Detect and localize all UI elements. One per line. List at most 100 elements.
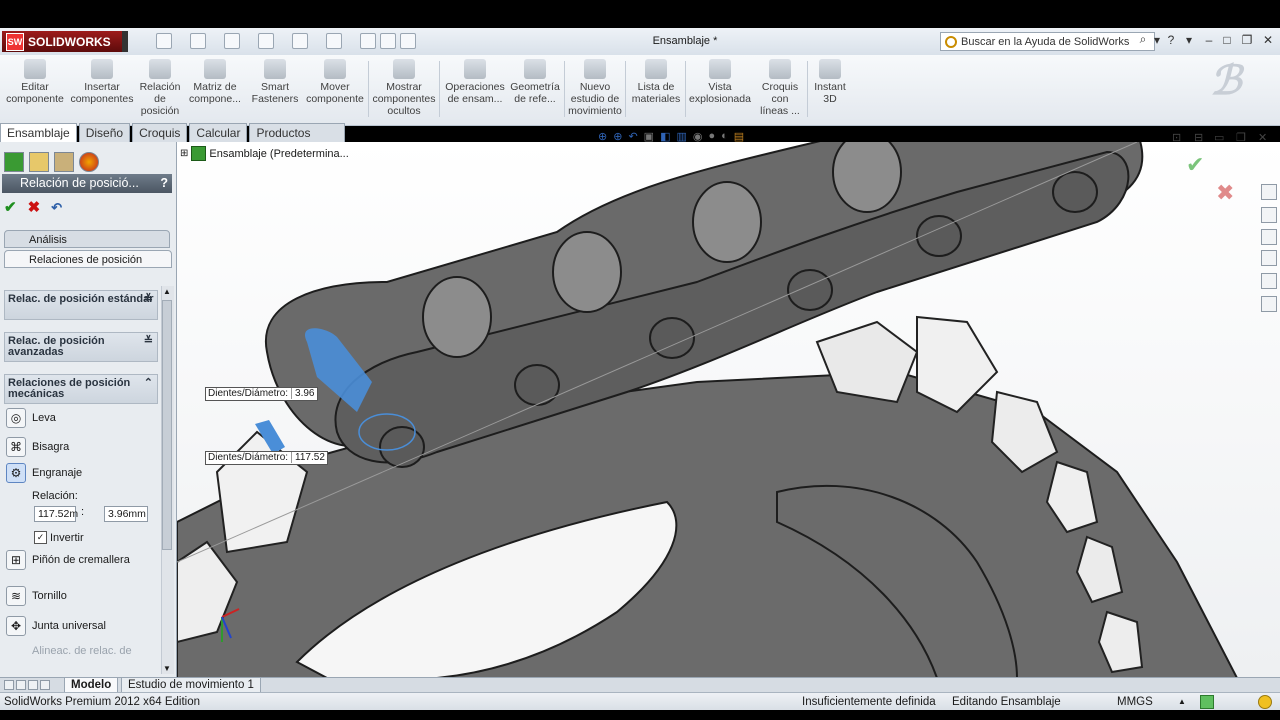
viewport-split-icon[interactable]: ⊡ — [1172, 131, 1181, 144]
task-pane-design-library-icon[interactable] — [1261, 207, 1277, 223]
invert-checkbox[interactable]: ✓ Invertir — [34, 531, 84, 544]
zoom-to-area-icon[interactable]: ⊕ — [613, 130, 622, 146]
reference-geometry-button[interactable]: Geometría de refe... — [509, 59, 561, 105]
select-icon[interactable] — [326, 33, 342, 49]
group-mechanical-mates[interactable]: Relaciones de posición mecánicas ⌃ — [4, 374, 158, 404]
ok-check-icon[interactable]: ✔ — [4, 199, 17, 216]
bill-of-materials-button[interactable]: Lista de materiales — [629, 59, 683, 105]
scroll-up-icon[interactable]: ▲ — [163, 287, 171, 296]
exploded-view-button[interactable]: Vista explosionada — [688, 59, 752, 105]
undo-arrow-icon[interactable]: ↶ — [51, 200, 62, 215]
search-icon[interactable]: ⌕ — [1136, 32, 1150, 46]
task-pane-home-icon[interactable] — [1261, 184, 1277, 200]
edit-component-button[interactable]: Editar componente — [4, 59, 66, 105]
tab-ensamblaje[interactable]: Ensamblaje — [0, 123, 77, 142]
help-icon[interactable]: ? — [160, 174, 168, 193]
search-dropdown-icon[interactable]: ▾ — [1150, 33, 1164, 47]
display-style-icon[interactable]: ▥ — [676, 130, 686, 146]
tab-motion-study-1[interactable]: Estudio de movimiento 1 — [121, 678, 261, 693]
mate-universal-joint[interactable]: ✥ Junta universal — [6, 615, 106, 637]
close-icon[interactable]: ✕ — [1261, 33, 1275, 47]
mate-button[interactable]: Relación de posición — [137, 59, 183, 117]
options-icon[interactable] — [400, 33, 416, 49]
configuration-manager-tab-icon[interactable] — [54, 152, 74, 172]
last-tab-icon[interactable] — [40, 680, 50, 690]
tab-diseno[interactable]: Diseño — [78, 123, 131, 142]
units-arrow-icon[interactable]: ▲ — [1178, 693, 1186, 711]
show-hidden-components-button[interactable]: Mostrar componentes ocultos — [372, 59, 436, 117]
explode-line-sketch-button[interactable]: Croquis con líneas ... — [756, 59, 804, 117]
assembly-features-button[interactable]: Operaciones de ensam... — [443, 59, 507, 105]
notification-icon[interactable] — [1258, 695, 1272, 709]
rebuild-icon[interactable] — [360, 33, 376, 49]
mate-hinge[interactable]: ⌘ Bisagra — [6, 436, 69, 458]
panel-scrollbar-thumb[interactable] — [162, 300, 172, 550]
mate-cam[interactable]: ◎ Leva — [6, 407, 56, 429]
tab-modelo[interactable]: Modelo — [64, 678, 119, 693]
file-properties-icon[interactable] — [380, 33, 396, 49]
dimension-callout-sprocket[interactable]: Dientes/Diámetro: 117.52 — [205, 451, 328, 465]
flyout-tree-root[interactable]: ⊞ Ensamblaje (Predetermina... — [180, 146, 349, 161]
menu-arrow-icon[interactable] — [122, 31, 128, 52]
task-pane-view-palette-icon[interactable] — [1261, 250, 1277, 266]
tab-calcular[interactable]: Calcular — [189, 123, 248, 142]
mate-rack-pinion[interactable]: ⊞ Piñón de cremallera — [6, 549, 130, 571]
display-manager-tab-icon[interactable] — [79, 152, 99, 172]
task-pane-appearances-icon[interactable] — [1261, 273, 1277, 289]
zoom-to-fit-icon[interactable]: ⊕ — [598, 130, 607, 146]
open-document-icon[interactable] — [190, 33, 206, 49]
view-orientation-icon[interactable]: ◧ — [660, 130, 670, 146]
subtab-relaciones-de-posicion[interactable]: Relaciones de posición — [4, 250, 172, 268]
apply-scene-icon[interactable]: ◐ — [721, 130, 728, 146]
assembly-3d-model[interactable] — [177, 142, 1280, 678]
hide-show-items-icon[interactable]: ◉ — [693, 130, 703, 146]
task-pane-custom-properties-icon[interactable] — [1261, 296, 1277, 312]
cancel-x-icon[interactable]: ✖ — [28, 199, 41, 216]
minimize-icon[interactable]: – — [1202, 33, 1216, 47]
next-tab-icon[interactable] — [28, 680, 38, 690]
confirm-ok-icon[interactable]: ✔ — [1186, 152, 1204, 178]
tab-productos-office[interactable]: Productos Office — [249, 123, 345, 158]
mate-screw[interactable]: ≋ Tornillo — [6, 585, 67, 607]
tab-croquis[interactable]: Croquis — [132, 123, 188, 142]
help-search-box[interactable]: Buscar en la Ayuda de SolidWorks — [940, 32, 1155, 51]
viewport-tile-icon[interactable]: ❐ — [1236, 131, 1246, 144]
viewport-minimize-icon[interactable]: ⊟ — [1194, 131, 1203, 144]
undo-icon[interactable] — [292, 33, 308, 49]
insert-components-button[interactable]: Insertar componentes — [70, 59, 134, 105]
expand-plus-icon[interactable]: ⊞ — [180, 148, 188, 159]
mate-gear[interactable]: ⚙ Engranaje — [6, 462, 82, 484]
rebuild-status-icon[interactable] — [1200, 695, 1214, 709]
smart-fasteners-button[interactable]: Smart Fasteners — [249, 59, 301, 105]
component-pattern-button[interactable]: Matriz de compone... — [187, 59, 243, 105]
property-manager-tab-icon[interactable] — [29, 152, 49, 172]
first-tab-icon[interactable] — [4, 680, 14, 690]
restore-icon[interactable]: □ — [1220, 33, 1234, 47]
scroll-down-icon[interactable]: ▼ — [163, 664, 171, 673]
help-icon[interactable]: ? — [1164, 33, 1178, 47]
ratio-left-input[interactable]: 117.52m — [34, 506, 78, 522]
solidworks-logo[interactable]: SW SOLIDWORKS — [2, 31, 122, 52]
viewport-restore-icon[interactable]: ▭ — [1214, 131, 1224, 144]
new-motion-study-button[interactable]: Nuevo estudio de movimiento — [567, 59, 623, 117]
edit-appearance-icon[interactable]: ● — [708, 130, 715, 146]
group-advanced-mates[interactable]: Relac. de posición avanzadas ≚ — [4, 332, 158, 362]
dimension-callout-roller[interactable]: Dientes/Diámetro: 3.96 — [205, 387, 318, 401]
instant-3d-button[interactable]: Instant 3D — [810, 59, 850, 105]
graphics-viewport[interactable] — [177, 142, 1280, 678]
new-document-icon[interactable] — [156, 33, 172, 49]
print-icon[interactable] — [258, 33, 274, 49]
section-view-icon[interactable]: ▣ — [644, 130, 654, 146]
move-component-button[interactable]: Mover componente — [304, 59, 366, 105]
viewport-close-icon[interactable]: ✕ — [1258, 131, 1267, 144]
task-pane-file-explorer-icon[interactable] — [1261, 229, 1277, 245]
confirm-cancel-icon[interactable]: ✖ — [1216, 180, 1234, 206]
tile-icon[interactable]: ❐ — [1240, 33, 1254, 47]
help-dropdown-icon[interactable]: ▾ — [1182, 33, 1196, 47]
subtab-analisis[interactable]: Análisis — [4, 230, 170, 248]
previous-view-icon[interactable]: ↶ — [628, 130, 637, 146]
previous-tab-icon[interactable] — [16, 680, 26, 690]
group-standard-mates[interactable]: Relac. de posición estándar ≚ — [4, 290, 158, 320]
status-units[interactable]: MMGS — [1117, 693, 1153, 711]
ratio-right-input[interactable]: 3.96mm — [104, 506, 148, 522]
